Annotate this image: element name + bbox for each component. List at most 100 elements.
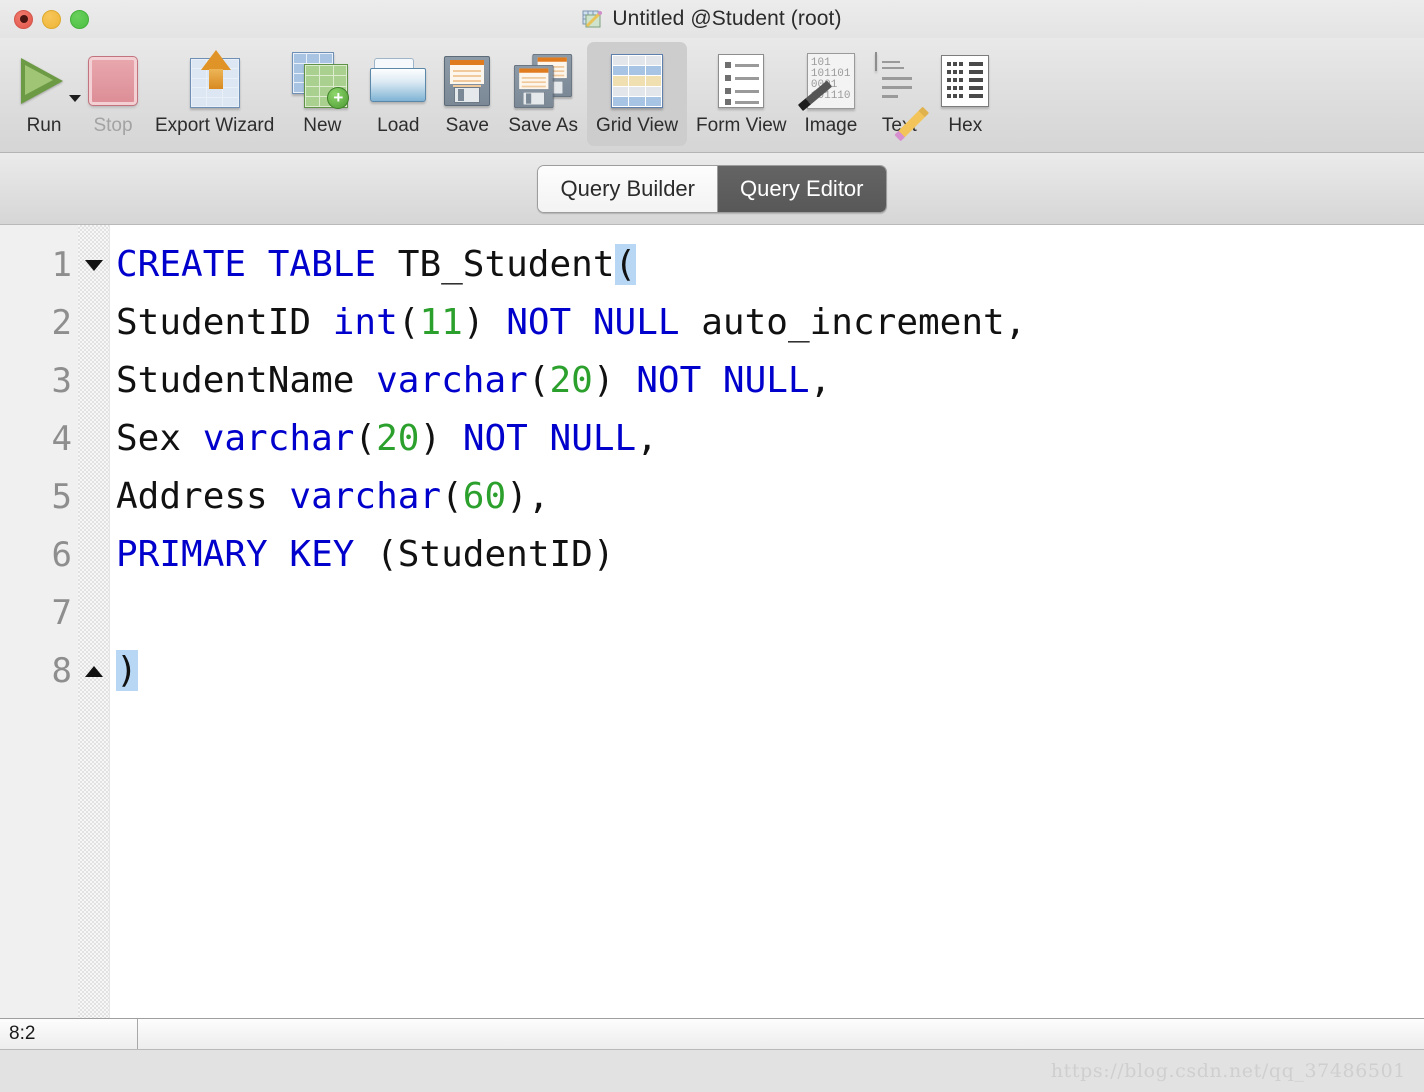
bottom-strip: https://blog.csdn.net/qq_37486501: [0, 1050, 1424, 1092]
view-tab-bar: Query Builder Query Editor: [0, 153, 1424, 225]
toolbar-button-image[interactable]: 1011011010001101110 Image: [796, 42, 867, 146]
toolbar-label-form-view: Form View: [696, 115, 787, 136]
code-token: 20: [549, 360, 593, 401]
toolbar-button-text[interactable]: Text: [866, 42, 932, 146]
title-bar: Untitled @Student (root): [0, 0, 1424, 38]
stop-square-icon: [88, 48, 138, 114]
line-number: 4: [51, 419, 72, 459]
toolbar-label-image: Image: [804, 115, 858, 136]
fold-gutter-cell: [78, 352, 109, 410]
maximize-button[interactable]: [70, 9, 89, 29]
form-view-icon: [718, 48, 765, 114]
code-token: (: [441, 476, 463, 517]
toolbar-label-run: Run: [26, 115, 62, 136]
code-token: ): [419, 418, 463, 459]
fold-gutter-cell: [78, 468, 109, 526]
code-line: CREATE TABLE TB_Student(: [116, 236, 1424, 294]
toolbar-button-stop[interactable]: Stop: [80, 42, 146, 146]
text-pencil-icon: [875, 48, 930, 142]
toolbar-label-stop: Stop: [93, 115, 133, 136]
code-token: TB_Student: [397, 244, 615, 285]
code-token: auto_increment,: [679, 302, 1027, 343]
image-binary-icon: 1011011010001101110: [797, 48, 855, 114]
toolbar-button-load[interactable]: Load: [361, 42, 435, 146]
code-token: NOT NULL: [506, 302, 680, 343]
segmented-tabs: Query Builder Query Editor: [537, 164, 887, 213]
fold-expand-up-icon[interactable]: [84, 665, 103, 677]
toolbar-label-hex: Hex: [948, 115, 983, 136]
toolbar-label-save: Save: [445, 115, 489, 136]
code-token: int: [332, 302, 398, 343]
line-number: 5: [51, 477, 72, 517]
code-line: StudentName varchar(20) NOT NULL,: [116, 352, 1424, 410]
status-bar: 8:2: [0, 1018, 1424, 1050]
toolbar-button-form-view[interactable]: Form View: [687, 42, 795, 146]
toolbar-label-load: Load: [377, 115, 420, 136]
code-text-area[interactable]: CREATE TABLE TB_Student(StudentID int(11…: [110, 225, 1424, 1018]
sql-editor[interactable]: 1 2 3 4 5 6 7 8 CREATE TABLE TB_Student(…: [0, 225, 1424, 1018]
matching-bracket: ): [116, 650, 138, 691]
toolbar-button-new[interactable]: + New: [283, 42, 361, 146]
code-line: StudentID int(11) NOT NULL auto_incremen…: [116, 294, 1424, 352]
save-as-floppy-icon: [514, 48, 573, 114]
toolbar-button-run[interactable]: Run: [8, 42, 81, 146]
load-folder-icon: [370, 48, 427, 114]
line-number: 3: [51, 361, 72, 401]
matching-bracket: (: [614, 244, 637, 285]
tab-query-editor[interactable]: Query Editor: [717, 165, 886, 212]
code-token: 60: [462, 476, 507, 517]
code-token: 20: [376, 418, 420, 459]
toolbar-button-export-wizard[interactable]: Export Wizard: [146, 42, 283, 146]
code-token: varchar: [202, 418, 355, 459]
code-token: varchar: [376, 360, 528, 401]
code-token: ): [462, 302, 507, 343]
code-token: StudentID: [116, 302, 333, 343]
fold-collapse-down-icon[interactable]: [84, 259, 103, 271]
watermark-text: https://blog.csdn.net/qq_37486501: [1050, 1060, 1406, 1082]
code-token: (: [527, 360, 550, 401]
code-line: Address varchar(60),: [116, 468, 1424, 526]
line-number: 6: [51, 535, 72, 575]
fold-gutter-cell: [78, 294, 109, 352]
table-pencil-icon: [582, 9, 604, 29]
code-token: ): [592, 360, 637, 401]
toolbar-button-hex[interactable]: Hex: [932, 42, 998, 146]
main-toolbar: Run Stop Export Wizard + New Load Save S…: [0, 38, 1424, 153]
grid-view-icon: [611, 48, 664, 114]
line-number-gutter: 1 2 3 4 5 6 7 8: [0, 225, 78, 1018]
code-token: (: [354, 418, 377, 459]
minimize-button[interactable]: [42, 9, 61, 29]
toolbar-label-save-as: Save As: [508, 115, 579, 136]
code-token: ,: [809, 360, 832, 401]
save-floppy-icon: [444, 48, 491, 114]
code-token: (: [397, 302, 420, 343]
code-line: PRIMARY KEY (StudentID): [116, 526, 1424, 584]
fold-gutter-cell: [78, 410, 109, 468]
line-number: 7: [51, 593, 72, 633]
fold-marker-line-8[interactable]: [78, 642, 109, 700]
code-token: NOT NULL: [636, 360, 810, 401]
code-token: CREATE TABLE: [116, 244, 398, 285]
code-token: PRIMARY KEY: [116, 534, 355, 575]
code-token: varchar: [289, 476, 442, 517]
window-title: Untitled @Student (root): [612, 7, 842, 30]
code-line: Sex varchar(20) NOT NULL,: [116, 410, 1424, 468]
export-wizard-icon: [186, 48, 244, 114]
fold-marker-line-1[interactable]: [78, 236, 109, 294]
code-fold-gutter[interactable]: [78, 225, 110, 1018]
fold-gutter-cell: [78, 526, 109, 584]
run-play-icon: [17, 48, 81, 114]
code-token: Sex: [116, 418, 203, 459]
toolbar-button-grid-view[interactable]: Grid View: [587, 42, 688, 146]
toolbar-button-save[interactable]: Save: [435, 42, 499, 146]
code-token: Address: [116, 476, 290, 517]
toolbar-button-save-as[interactable]: Save As: [499, 42, 587, 146]
code-token: StudentName: [116, 360, 377, 401]
code-token: (StudentID): [354, 534, 615, 575]
code-token: ,: [636, 418, 658, 459]
status-message-area: [138, 1019, 1424, 1049]
close-button[interactable]: [14, 9, 33, 29]
tab-query-builder[interactable]: Query Builder: [538, 165, 717, 212]
line-number: 8: [51, 651, 72, 691]
